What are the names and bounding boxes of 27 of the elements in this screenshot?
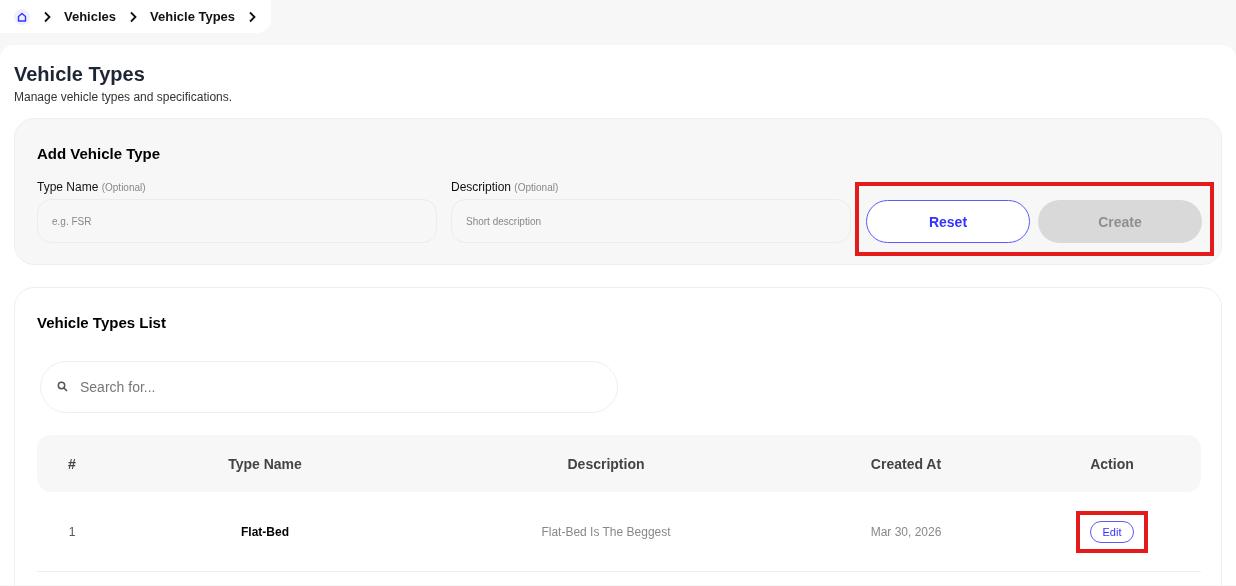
reset-button[interactable]: Reset [866, 200, 1030, 243]
column-header: Created At [869, 455, 943, 472]
edit-button[interactable]: Edit [1089, 520, 1135, 543]
column-header: Action [1089, 455, 1135, 472]
chevron-icon [42, 10, 52, 23]
breadcrumb-link[interactable]: Vehicles [64, 9, 117, 24]
input-field[interactable]: Short description [451, 199, 851, 243]
field-label: Description (Optional) [451, 180, 560, 194]
home-icon[interactable] [14, 8, 30, 25]
form-title: Add Vehicle Type [37, 145, 162, 162]
chevron-icon [247, 10, 258, 23]
chevron-icon [128, 10, 139, 23]
search-icon [57, 381, 68, 392]
table-cell-text: Flat-Bed [240, 524, 290, 539]
table-cell-text: 1 [67, 524, 77, 539]
column-header: # [67, 455, 77, 472]
column-header: Type Name [227, 455, 303, 472]
breadcrumb-link[interactable]: Vehicle Types [150, 9, 236, 24]
input-field[interactable]: e.g. FSR [37, 199, 437, 243]
search-field[interactable]: Search for... [40, 361, 618, 413]
table-cell-text: Mar 30, 2026 [869, 524, 943, 539]
page-subtitle: Manage vehicle types and specifications. [14, 90, 234, 104]
column-header: Description [566, 455, 646, 472]
page-title: Vehicle Types [14, 63, 146, 86]
field-label: Type Name (Optional) [37, 180, 147, 194]
list-title: Vehicle Types List [37, 314, 167, 331]
table-cell-text: Flat-Bed Is The Beggest [540, 524, 672, 539]
